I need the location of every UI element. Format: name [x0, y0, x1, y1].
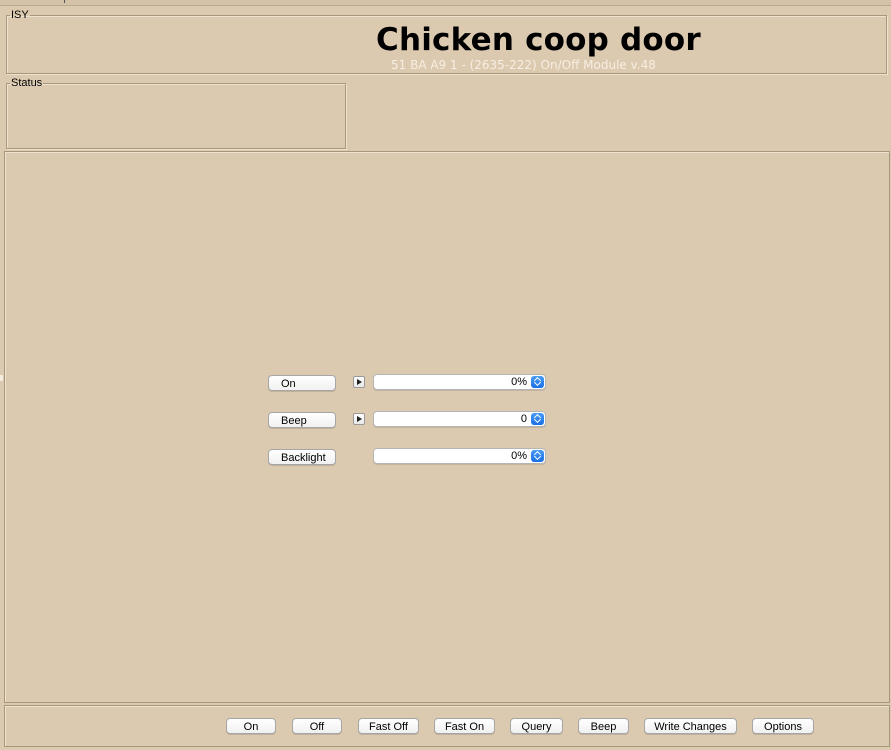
fast-on-button[interactable]: Fast On	[434, 718, 495, 734]
top-strip-tick	[64, 0, 65, 3]
beep-level-value: 0	[520, 413, 527, 425]
isy-legend: ISY	[11, 9, 29, 21]
on-button[interactable]: On	[226, 718, 276, 734]
on-level-select[interactable]: 0%	[373, 374, 546, 390]
window-top-strip	[0, 0, 891, 6]
splitter-handle[interactable]	[0, 375, 3, 381]
on-arrow-icon[interactable]	[353, 376, 365, 388]
beep-button[interactable]: Beep	[578, 718, 629, 734]
up-down-spinner-icon[interactable]	[531, 413, 544, 425]
on-level-value: 0%	[511, 376, 527, 388]
fast-off-button[interactable]: Fast Off	[358, 718, 419, 734]
backlight-level-select[interactable]: 0%	[373, 448, 546, 464]
up-down-spinner-icon[interactable]	[531, 450, 544, 462]
off-button[interactable]: Off	[292, 718, 342, 734]
status-group: Status	[6, 78, 346, 149]
backlight-control-button[interactable]: Backlight	[268, 449, 336, 465]
up-down-spinner-icon[interactable]	[531, 376, 544, 388]
beep-arrow-icon[interactable]	[353, 413, 365, 425]
write-changes-button[interactable]: Write Changes	[644, 718, 737, 734]
device-info: 51 BA A9 1 - (2635-222) On/Off Module v.…	[391, 58, 656, 72]
backlight-level-value: 0%	[511, 450, 527, 462]
on-control-button[interactable]: On	[268, 375, 336, 391]
controls-panel	[4, 151, 890, 703]
beep-level-select[interactable]: 0	[373, 411, 546, 427]
beep-control-button[interactable]: Beep	[268, 412, 336, 428]
query-button[interactable]: Query	[510, 718, 563, 734]
status-legend: Status	[11, 77, 43, 89]
device-title: Chicken coop door	[376, 22, 701, 58]
options-button[interactable]: Options	[752, 718, 814, 734]
